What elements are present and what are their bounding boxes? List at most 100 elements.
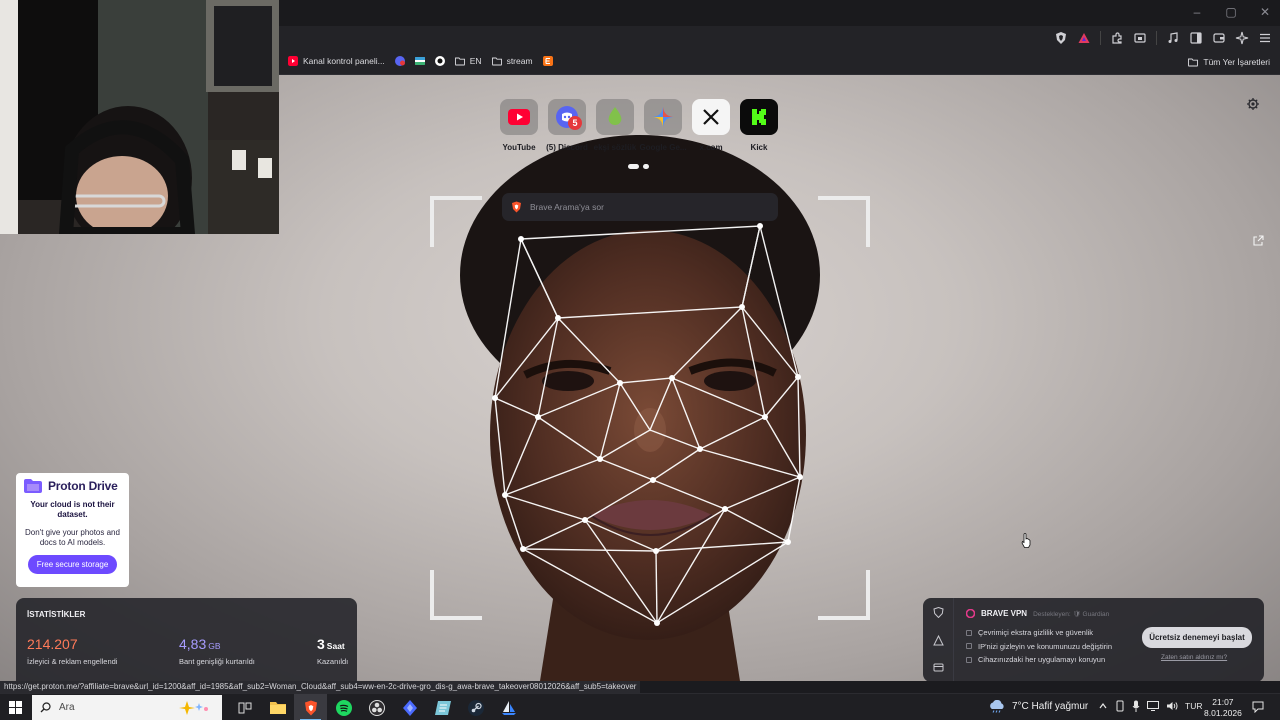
wallet-icon[interactable] <box>1212 31 1226 45</box>
weather-widget[interactable]: 7°C Hafif yağmur <box>988 700 1088 713</box>
widget-rail <box>923 598 954 681</box>
stat-value: 214.207 <box>27 636 78 652</box>
top-site-kick[interactable]: Kick <box>740 99 778 152</box>
open-image-icon[interactable] <box>1252 235 1264 247</box>
spotify-icon <box>335 699 352 716</box>
top-site-discord[interactable]: 5 (5) Discord <box>546 99 588 152</box>
notification-center-icon[interactable] <box>1252 701 1264 713</box>
app-button[interactable] <box>426 694 459 720</box>
windows-start-icon[interactable] <box>9 701 22 714</box>
vpn-feature: Çevrimiçi ekstra gizlilik ve güvenlik <box>966 626 1112 640</box>
bookmark-folder-en[interactable]: EN <box>454 56 482 66</box>
bookmark-label: Kanal kontrol paneli... <box>303 56 385 66</box>
chevron-up-icon[interactable] <box>1098 701 1108 711</box>
top-site-eksi[interactable]: ekşi sözlük <box>594 99 636 152</box>
extensions-icon[interactable] <box>1110 31 1124 45</box>
rewards-triangle-icon[interactable] <box>933 635 944 646</box>
ad-headline: Your cloud is not their dataset. <box>30 500 115 519</box>
stat-bandwidth-saved: 4,83 GB Bant genişliği kurtarıldı <box>179 636 255 666</box>
tile-icon-box <box>644 99 682 135</box>
app-button[interactable] <box>393 694 426 720</box>
vpn-title: BRAVE VPN <box>981 609 1028 618</box>
obs-button[interactable] <box>360 694 393 720</box>
pager-dot[interactable] <box>643 164 649 169</box>
app-button[interactable] <box>492 694 525 720</box>
screenshot-icon[interactable] <box>1133 31 1147 45</box>
sponsored-ad-card[interactable]: Proton Drive Your cloud is not their dat… <box>16 473 129 587</box>
minimize-button[interactable]: ‒ <box>1190 4 1204 20</box>
all-bookmarks-button[interactable]: Tüm Yer İşaretleri <box>1188 57 1270 67</box>
close-button[interactable]: ✕ <box>1258 4 1272 20</box>
bookmark-label: EN <box>469 56 482 66</box>
vpn-widget: BRAVE VPN Destekleyen: 🛡 Guardian Çevrim… <box>923 598 1264 681</box>
tile-icon-box <box>500 99 538 135</box>
tile-icon-box <box>596 99 634 135</box>
vpn-feature-list: Çevrimiçi ekstra gizlilik ve güvenlik IP… <box>966 626 1112 667</box>
input-language[interactable]: TUR <box>1185 701 1202 711</box>
bookmark-item[interactable] <box>394 56 405 66</box>
bookmark-item[interactable] <box>414 56 425 66</box>
brave-taskbar-button[interactable] <box>294 694 327 720</box>
bookmark-label: stream <box>506 56 533 66</box>
top-site-gemini[interactable]: Google Ge... <box>639 99 687 152</box>
media-playlist-icon[interactable] <box>1166 31 1180 45</box>
maximize-button[interactable]: ▢ <box>1224 4 1238 20</box>
hand-cursor-icon <box>1021 533 1031 548</box>
brave-shields-icon[interactable] <box>1054 31 1068 45</box>
leo-ai-icon[interactable] <box>1235 31 1249 45</box>
sidebar-icon[interactable] <box>1189 31 1203 45</box>
steam-button[interactable] <box>459 694 492 720</box>
bookmark-item[interactable]: Kanal kontrol paneli... <box>288 56 385 66</box>
bookmark-folder-stream[interactable]: stream <box>491 56 533 66</box>
check-icon <box>966 629 972 636</box>
start-trial-button[interactable]: Ücretsiz denemeyi başlat <box>1142 627 1252 648</box>
menu-icon[interactable] <box>1258 31 1272 45</box>
already-purchased-link[interactable]: Zaten satın aldınız mı? <box>1161 654 1227 661</box>
task-view-button[interactable] <box>228 694 261 720</box>
stat-value: 3 <box>317 636 325 652</box>
bookmark-item[interactable] <box>434 56 445 66</box>
shield-icon[interactable] <box>933 607 944 618</box>
system-tray: TUR <box>1098 700 1202 712</box>
microphone-icon[interactable] <box>1132 700 1140 712</box>
brave-logo-icon <box>512 201 521 213</box>
tile-label: Kick <box>750 143 768 152</box>
discord-badge-icon <box>394 56 405 66</box>
search-box[interactable] <box>502 193 778 221</box>
clock-date: 8.01.2026 <box>1204 708 1242 718</box>
pager-dot-active[interactable] <box>628 164 639 169</box>
sailboat-app-icon <box>501 700 516 715</box>
vpn-header: BRAVE VPN Destekleyen: 🛡 Guardian <box>966 609 1109 618</box>
top-site-x[interactable]: x.com <box>692 99 730 152</box>
copilot-sparkle-icon <box>179 700 208 715</box>
network-icon[interactable] <box>1147 701 1159 711</box>
stats-widget: İSTATİSTİKLER 214.207 İzleyici & reklam … <box>16 598 357 681</box>
search-input[interactable] <box>530 202 760 212</box>
vpn-feature-label: Çevrimiçi ekstra gizlilik ve güvenlik <box>978 628 1094 638</box>
top-site-youtube[interactable]: YouTube <box>500 99 538 152</box>
proton-brand: Proton Drive <box>48 479 118 493</box>
clock[interactable]: 21:07 8.01.2026 <box>1204 697 1242 719</box>
spotify-button[interactable] <box>327 694 360 720</box>
card-icon[interactable] <box>933 662 944 673</box>
toolbar-actions <box>1054 31 1272 45</box>
ad-cta-button[interactable]: Free secure storage <box>27 555 118 574</box>
stat-unit: GB <box>208 641 221 651</box>
bookmark-list: Kanal kontrol paneli... EN stream <box>288 56 553 66</box>
toolbar-divider <box>1156 31 1157 45</box>
file-explorer-button[interactable] <box>261 694 294 720</box>
status-url-bar: https://get.proton.me/?affiliate=brave&u… <box>0 681 641 693</box>
bookmark-item[interactable] <box>542 56 553 66</box>
vpn-sponsor: Destekleyen: 🛡 Guardian <box>1033 610 1110 618</box>
taskbar-search[interactable] <box>32 695 222 720</box>
volume-icon[interactable] <box>1166 701 1178 711</box>
brave-rewards-icon[interactable] <box>1077 31 1091 45</box>
taskbar-search-input[interactable] <box>59 702 169 713</box>
search-icon <box>40 702 51 713</box>
device-icon[interactable] <box>1115 700 1125 712</box>
kick-icon <box>752 109 766 125</box>
all-bookmarks-label: Tüm Yer İşaretleri <box>1203 57 1270 67</box>
e-icon <box>542 56 553 66</box>
webcam-overlay <box>0 0 279 234</box>
gear-icon[interactable] <box>1246 97 1260 111</box>
